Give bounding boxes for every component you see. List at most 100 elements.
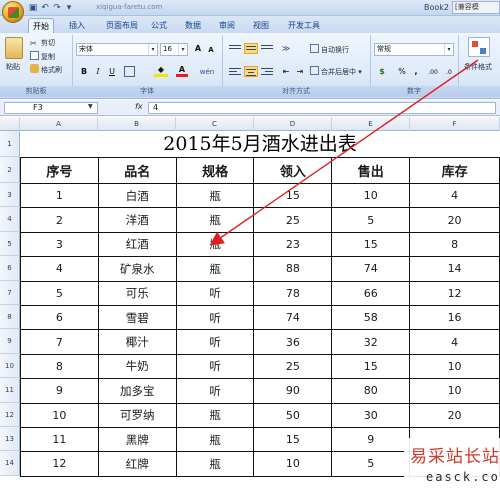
cell-out[interactable]: 32	[331, 329, 411, 355]
font-color-button[interactable]: A	[176, 65, 188, 77]
save-icon[interactable]: ▣	[28, 3, 38, 13]
cell-spec[interactable]: 听	[175, 280, 255, 306]
cell-stock[interactable]: 14	[409, 256, 500, 282]
percent-button[interactable]: %	[396, 66, 408, 78]
cell-stock[interactable]: 4	[409, 329, 500, 355]
quick-access-dropdown-icon[interactable]: ▾	[64, 3, 74, 13]
tab-page-layout[interactable]: 页面布局	[100, 18, 144, 33]
cell-in[interactable]: 15	[253, 426, 333, 453]
paste-button[interactable]: 粘贴	[6, 62, 20, 72]
cell-out[interactable]: 5	[331, 207, 411, 233]
tab-home[interactable]: 开始	[28, 18, 54, 33]
align-top-icon[interactable]	[228, 43, 242, 54]
row-header[interactable]: 2	[0, 157, 20, 183]
bold-button[interactable]: B	[78, 66, 90, 78]
cell-out[interactable]: 5	[331, 451, 411, 477]
cell-spec[interactable]: 听	[175, 304, 255, 331]
italic-button[interactable]: I	[92, 66, 104, 78]
row-header[interactable]: 9	[0, 329, 20, 354]
column-header-a[interactable]: A	[20, 117, 98, 131]
cell-stock[interactable]: 20	[409, 402, 500, 428]
cell-out[interactable]: 80	[331, 378, 411, 404]
cell-name[interactable]: 黑牌	[97, 426, 177, 453]
conditional-format-icon[interactable]	[468, 37, 490, 57]
cell-spec[interactable]: 听	[175, 329, 255, 355]
header-cell-stock[interactable]: 库存	[409, 157, 500, 184]
row-header[interactable]: 13	[0, 427, 20, 452]
row-header[interactable]: 5	[0, 231, 20, 257]
increase-decimal-icon[interactable]: .00	[426, 67, 440, 79]
orientation-icon[interactable]: ≫	[278, 43, 294, 55]
align-middle-icon[interactable]	[244, 43, 258, 54]
font-name-combo[interactable]: 宋体 ▾	[76, 43, 158, 56]
tab-insert[interactable]: 插入	[66, 18, 88, 33]
header-cell-name[interactable]: 品名	[97, 157, 177, 184]
cell-no[interactable]: 1	[20, 182, 99, 209]
row-header[interactable]: 1	[0, 131, 20, 157]
cell-out[interactable]: 15	[331, 353, 411, 380]
cell-stock[interactable]: 10	[409, 353, 500, 380]
row-header[interactable]: 12	[0, 402, 20, 427]
row-header[interactable]: 3	[0, 183, 20, 208]
office-button[interactable]	[2, 1, 24, 23]
cell-stock[interactable]: 16	[409, 304, 500, 331]
borders-icon[interactable]	[124, 66, 135, 77]
number-format-combo[interactable]: 常规 ▾	[374, 43, 454, 56]
column-header-d[interactable]: D	[254, 117, 332, 131]
tab-data[interactable]: 数据	[182, 18, 204, 33]
font-size-combo[interactable]: 16 ▾	[160, 43, 188, 56]
cell-in[interactable]: 25	[253, 353, 333, 380]
cell-no[interactable]: 10	[20, 402, 99, 428]
cell-out[interactable]: 10	[331, 182, 411, 209]
cell-in[interactable]: 90	[253, 378, 333, 404]
header-cell-out[interactable]: 售出	[331, 157, 411, 184]
cell-in[interactable]: 15	[253, 182, 333, 209]
cell-in[interactable]: 10	[253, 451, 333, 477]
copy-button[interactable]: 复制	[30, 51, 55, 62]
cell-stock[interactable]: 8	[409, 231, 500, 258]
sheet-title-cell[interactable]: 2015年5月酒水进出表	[20, 131, 500, 157]
align-bottom-icon[interactable]	[260, 43, 274, 54]
row-header[interactable]: 11	[0, 378, 20, 403]
tab-view[interactable]: 视图	[250, 18, 272, 33]
cell-spec[interactable]: 瓶	[175, 256, 255, 282]
cell-spec[interactable]: 瓶	[175, 426, 255, 453]
cell-out[interactable]: 58	[331, 304, 411, 331]
name-box[interactable]: F3	[4, 102, 98, 114]
fill-color-icon[interactable]: ◆	[154, 65, 168, 77]
cell-in[interactable]: 78	[253, 280, 333, 306]
cell-in[interactable]: 74	[253, 304, 333, 331]
cell-no[interactable]: 6	[20, 304, 99, 331]
column-header-f[interactable]: F	[410, 117, 500, 131]
cell-spec[interactable]: 听	[175, 378, 255, 404]
cell-out[interactable]: 15	[331, 231, 411, 258]
comma-style-button[interactable]: ,	[410, 66, 422, 78]
row-header[interactable]: 10	[0, 353, 20, 379]
cell-spec[interactable]: 瓶	[175, 451, 255, 477]
increase-indent-icon[interactable]: ⇥	[294, 66, 306, 78]
cell-name[interactable]: 矿泉水	[97, 256, 177, 282]
cell-in[interactable]: 23	[253, 231, 333, 258]
tab-formulas[interactable]: 公式	[148, 18, 170, 33]
chevron-down-icon[interactable]: ▼	[88, 103, 93, 110]
align-right-icon[interactable]	[260, 66, 274, 77]
row-header[interactable]: 4	[0, 207, 20, 232]
cell-spec[interactable]: 瓶	[175, 231, 255, 258]
insert-function-button[interactable]: fx	[135, 102, 143, 111]
cell-name[interactable]: 洋酒	[97, 207, 177, 233]
align-center-icon[interactable]	[244, 66, 258, 77]
cell-stock[interactable]: 12	[409, 280, 500, 306]
row-header[interactable]: 6	[0, 256, 20, 281]
cell-name[interactable]: 牛奶	[97, 353, 177, 380]
cell-stock[interactable]: 4	[409, 182, 500, 209]
cell-no[interactable]: 3	[20, 231, 99, 258]
paste-icon[interactable]	[5, 37, 23, 59]
cell-in[interactable]: 36	[253, 329, 333, 355]
merge-center-button[interactable]: 合并后居中 ▾	[310, 66, 362, 77]
decrease-indent-icon[interactable]: ⇤	[280, 66, 292, 78]
cell-no[interactable]: 12	[20, 451, 99, 477]
redo-icon[interactable]: ↷	[52, 3, 62, 13]
cell-name[interactable]: 可罗纳	[97, 402, 177, 428]
decrease-decimal-icon[interactable]: .0	[442, 67, 456, 79]
currency-button[interactable]: $	[376, 66, 388, 78]
